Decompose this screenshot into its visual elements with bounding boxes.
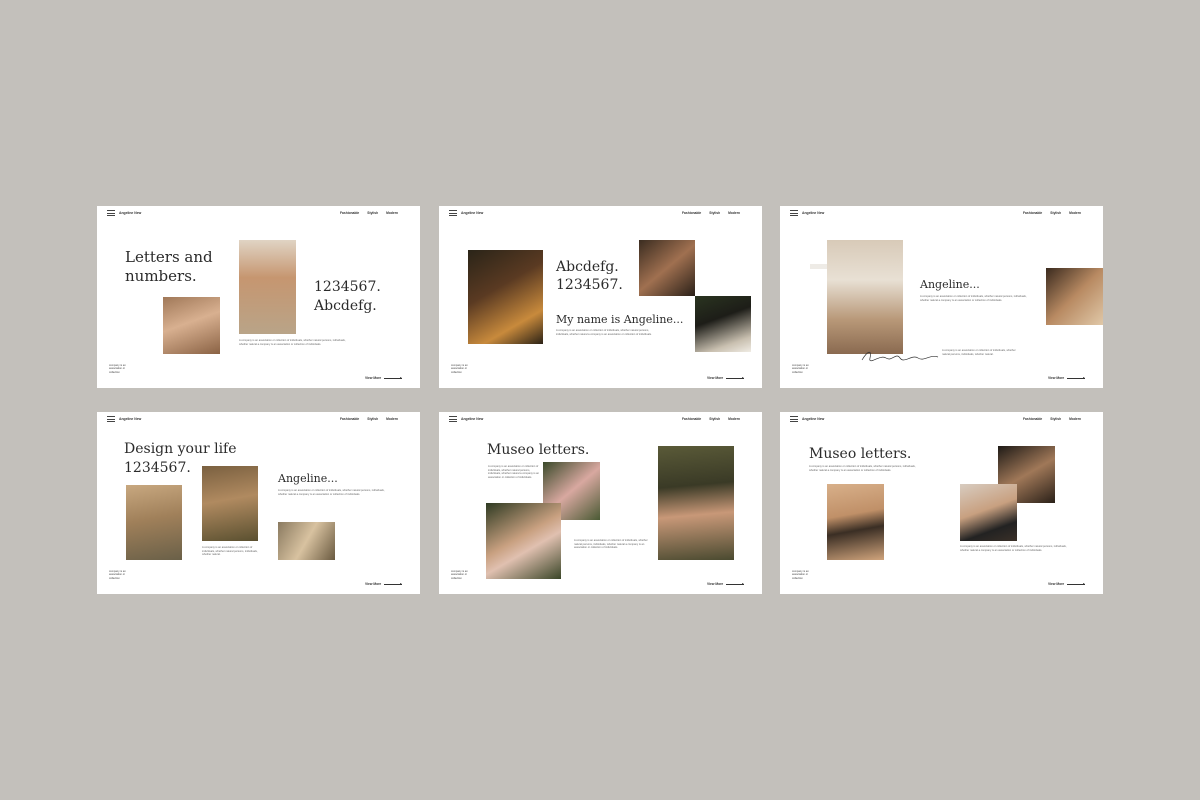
footnote: company is an association or collection (792, 364, 809, 374)
arrow-right-icon (726, 377, 745, 379)
body-text: A company is an association or collectio… (488, 465, 540, 479)
body-text: A company is an association or collectio… (239, 339, 346, 346)
slide-heading: Letters and numbers. (125, 248, 213, 285)
body-text: A company is an association or collectio… (278, 489, 385, 496)
body-text: A company is an association or collectio… (809, 465, 916, 472)
nav-modern[interactable]: Modern (386, 211, 398, 215)
nav-modern[interactable]: Modern (1069, 211, 1081, 215)
portrait-photo (126, 485, 182, 560)
nav-stylish[interactable]: Stylish (1050, 417, 1061, 421)
portrait-photo (468, 250, 543, 344)
footnote: company is an association or collection (451, 364, 468, 374)
slide-heading: Angeline... (920, 278, 980, 291)
nav-modern[interactable]: Modern (728, 417, 740, 421)
arrow-right-icon (384, 583, 403, 585)
portrait-photo (827, 484, 884, 560)
view-more-link[interactable]: View More (1048, 582, 1086, 586)
nav-stylish[interactable]: Stylish (709, 417, 720, 421)
slide-nav: Fashionable Stylish Modern (340, 417, 398, 421)
hand-detail-photo (1046, 268, 1103, 325)
nav-fashionable[interactable]: Fashionable (340, 417, 359, 421)
brand-name: Angeline New (461, 211, 484, 215)
view-more-label: View More (707, 376, 724, 380)
view-more-link[interactable]: View More (707, 582, 745, 586)
slide-5[interactable]: Angeline New Fashionable Stylish Modern … (439, 412, 762, 594)
view-more-label: View More (1048, 582, 1065, 586)
menu-icon (449, 210, 457, 218)
brand-name: Angeline New (119, 417, 142, 421)
slide-heading: Abcdefg. 1234567. (556, 259, 623, 293)
nav-stylish[interactable]: Stylish (1050, 211, 1061, 215)
portrait-photo (695, 296, 751, 352)
body-text-secondary: A company is an association or collectio… (960, 545, 1067, 552)
nav-modern[interactable]: Modern (386, 417, 398, 421)
slide-nav: Fashionable Stylish Modern (682, 417, 740, 421)
arrow-right-icon (384, 377, 403, 379)
signature-graphic (861, 351, 939, 362)
arrow-right-icon (726, 583, 745, 585)
arrow-right-icon (1067, 377, 1086, 379)
slide-2[interactable]: Angeline New Fashionable Stylish Modern … (439, 206, 762, 388)
portrait-photo (658, 446, 734, 560)
menu-icon (449, 416, 457, 424)
menu-icon (790, 210, 798, 218)
nav-stylish[interactable]: Stylish (367, 417, 378, 421)
portrait-photo (163, 297, 220, 354)
view-more-label: View More (365, 582, 382, 586)
nav-modern[interactable]: Modern (1069, 417, 1081, 421)
nav-stylish[interactable]: Stylish (709, 211, 720, 215)
view-more-link[interactable]: View More (365, 582, 403, 586)
nav-fashionable[interactable]: Fashionable (1023, 417, 1042, 421)
view-more-label: View More (707, 582, 724, 586)
arrow-right-icon (1067, 583, 1086, 585)
nav-fashionable[interactable]: Fashionable (340, 211, 359, 215)
footnote: company is an association or collection (792, 570, 809, 580)
slide-heading: Museo letters. (487, 442, 590, 458)
slide-nav: Fashionable Stylish Modern (682, 211, 740, 215)
slide-6[interactable]: Angeline New Fashionable Stylish Modern … (780, 412, 1103, 594)
menu-icon (107, 210, 115, 218)
view-more-label: View More (1048, 376, 1065, 380)
brand-name: Angeline New (461, 417, 484, 421)
numbers-text: 1234567. Abcdefg. (314, 279, 381, 314)
footnote: company is an association or collection (451, 570, 468, 580)
brand-name: Angeline New (802, 417, 825, 421)
slide-subheading: Angeline... (278, 472, 338, 485)
nav-stylish[interactable]: Stylish (367, 211, 378, 215)
portrait-photo (486, 503, 561, 579)
body-text-secondary: A company is an association or collectio… (574, 539, 648, 549)
menu-icon (107, 416, 115, 424)
body-text: A company is an association or collectio… (920, 295, 1027, 302)
portrait-photo (827, 240, 903, 354)
nav-fashionable[interactable]: Fashionable (682, 417, 701, 421)
slide-heading: Museo letters. (809, 446, 912, 462)
nav-modern[interactable]: Modern (728, 211, 740, 215)
portrait-photo (639, 240, 695, 296)
view-more-label: View More (365, 376, 382, 380)
portrait-photo (239, 240, 296, 334)
body-text: A company is an association or collectio… (556, 329, 652, 336)
footnote: company is an association or collection (109, 364, 126, 374)
nav-fashionable[interactable]: Fashionable (1023, 211, 1042, 215)
body-text-secondary: A company is an association or collectio… (202, 546, 258, 556)
menu-icon (790, 416, 798, 424)
view-more-link[interactable]: View More (1048, 376, 1086, 380)
portrait-photo (960, 484, 1017, 541)
slide-nav: Fashionable Stylish Modern (1023, 417, 1081, 421)
slide-3[interactable]: Angeline New Fashionable Stylish Modern … (780, 206, 1103, 388)
portrait-photo (202, 466, 258, 541)
brand-name: Angeline New (119, 211, 142, 215)
nav-fashionable[interactable]: Fashionable (682, 211, 701, 215)
slide-1[interactable]: Angeline New Fashionable Stylish Modern … (97, 206, 420, 388)
slide-nav: Fashionable Stylish Modern (340, 211, 398, 215)
body-text-secondary: A company is an association or collectio… (942, 349, 1016, 356)
slide-4[interactable]: Angeline New Fashionable Stylish Modern … (97, 412, 420, 594)
slide-nav: Fashionable Stylish Modern (1023, 211, 1081, 215)
footnote: company is an association or collection (109, 570, 126, 580)
portrait-photo (278, 522, 335, 560)
view-more-link[interactable]: View More (365, 376, 403, 380)
slide-subheading: My name is Angeline... (556, 313, 684, 326)
view-more-link[interactable]: View More (707, 376, 745, 380)
brand-name: Angeline New (802, 211, 825, 215)
